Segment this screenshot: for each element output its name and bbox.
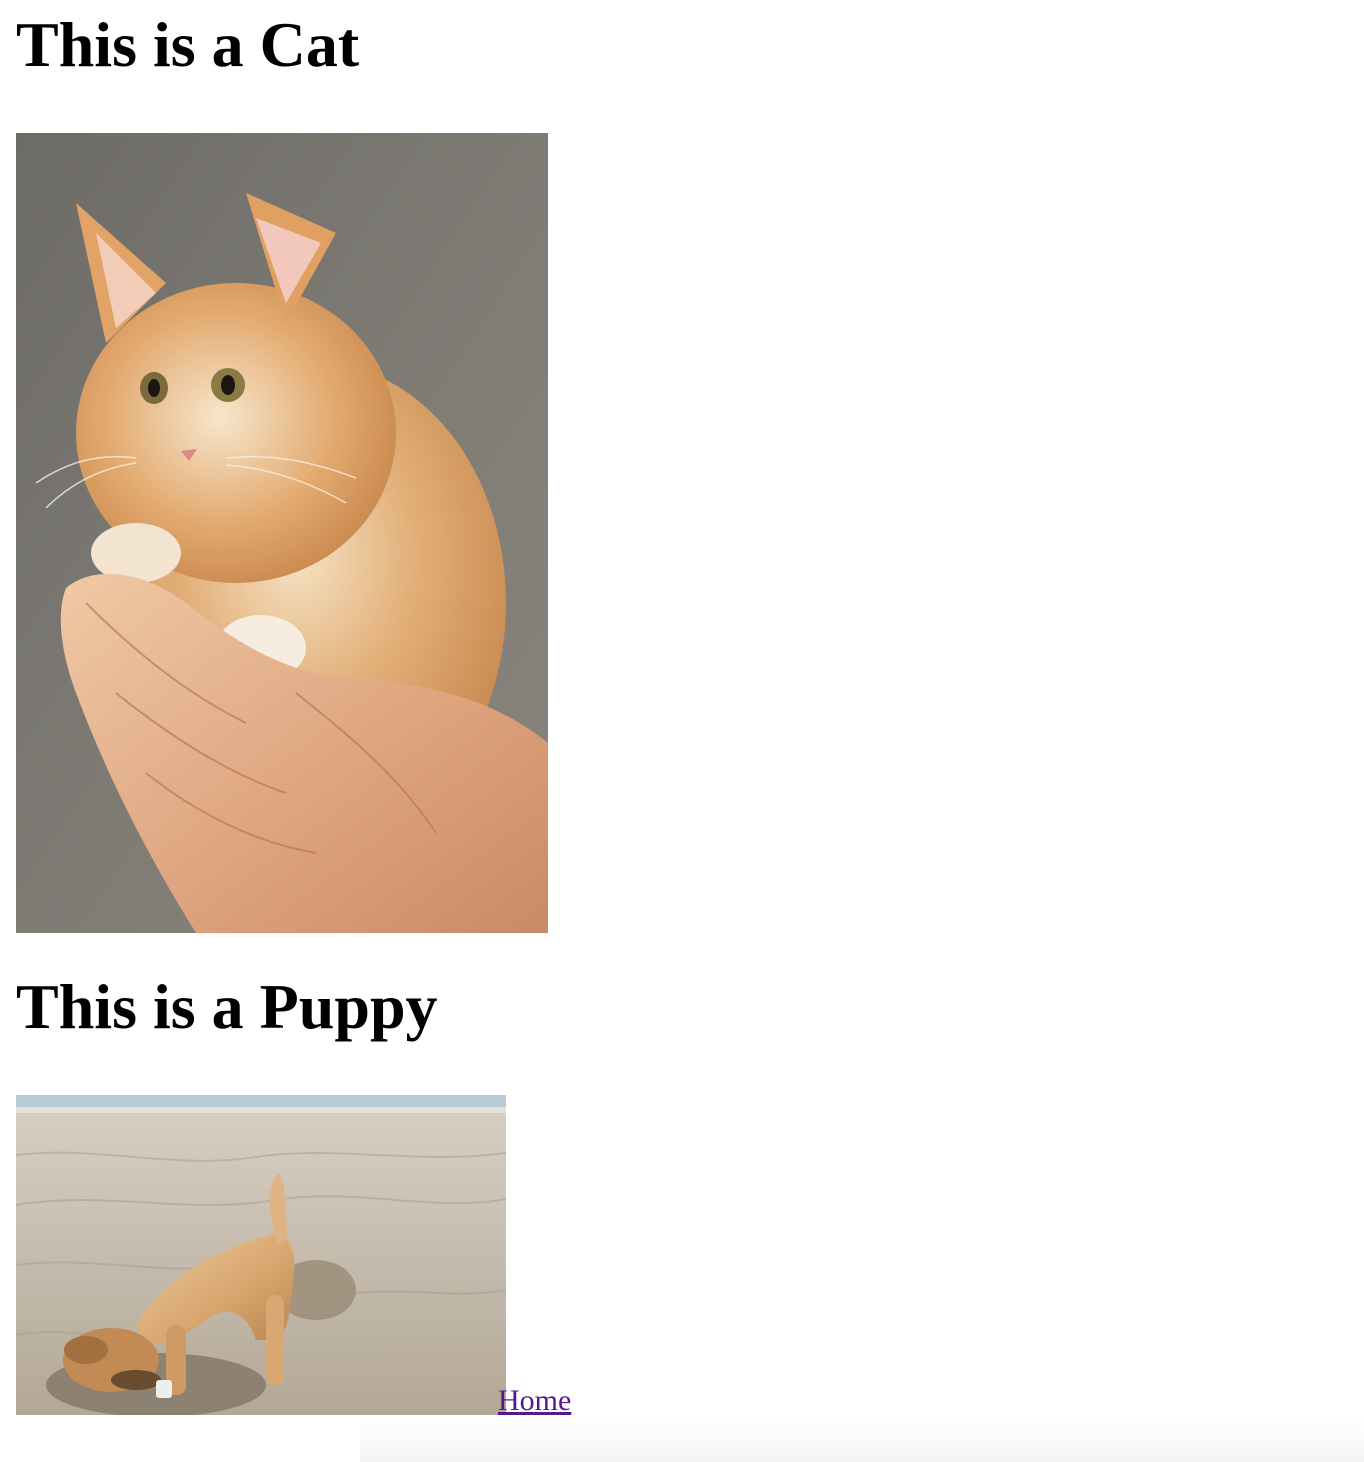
cat-image — [16, 133, 548, 933]
puppy-heading: This is a Puppy — [16, 971, 438, 1042]
bottom-fade-decoration — [360, 1418, 1364, 1462]
puppy-photo-illustration — [16, 1095, 506, 1415]
puppy-image — [16, 1095, 506, 1415]
kitten-photo-illustration — [16, 133, 548, 933]
cat-heading: This is a Cat — [16, 9, 360, 80]
home-link[interactable]: Home — [498, 1386, 571, 1416]
